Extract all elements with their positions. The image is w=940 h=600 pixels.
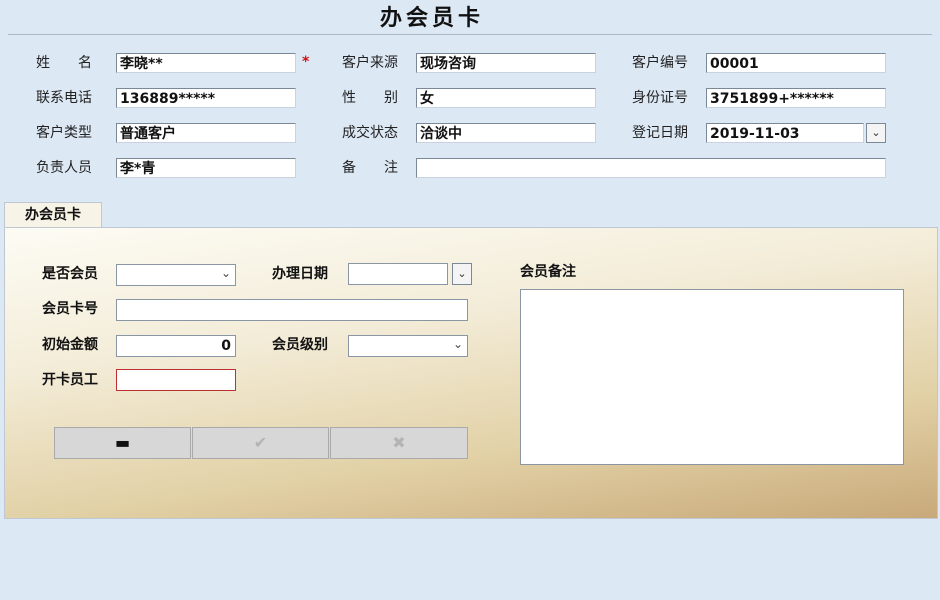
- is-member-label: 是否会员: [42, 266, 98, 282]
- reg-date-label: 登记日期: [632, 125, 688, 141]
- staff-label: 开卡员工: [42, 372, 98, 388]
- chevron-down-icon: ⌄: [452, 337, 463, 351]
- initial-amount-label: 初始金额: [42, 337, 98, 353]
- chevron-down-icon: ⌄: [871, 126, 881, 139]
- handle-date-dropdown-button[interactable]: ⌄: [452, 263, 472, 285]
- remark-field[interactable]: [416, 158, 886, 178]
- handle-date-label: 办理日期: [272, 266, 328, 282]
- required-mark: *: [302, 54, 310, 70]
- member-remark-label: 会员备注: [520, 264, 576, 280]
- phone-field[interactable]: 136889*****: [116, 88, 296, 108]
- idcard-label: 身份证号: [632, 90, 688, 106]
- member-level-label: 会员级别: [272, 337, 328, 353]
- tab-member-card[interactable]: 办会员卡: [4, 202, 102, 228]
- close-icon: ✖: [392, 433, 406, 452]
- title-divider: [8, 34, 932, 35]
- customer-id-label: 客户编号: [632, 55, 688, 71]
- handle-date-field[interactable]: [348, 263, 448, 285]
- deal-status-field[interactable]: 洽谈中: [416, 123, 596, 143]
- remark-label: 备 注: [342, 160, 398, 176]
- member-level-select[interactable]: ⌄: [348, 335, 468, 357]
- gender-field[interactable]: 女: [416, 88, 596, 108]
- name-field[interactable]: 李晓**: [116, 53, 296, 73]
- check-icon: ✔: [253, 433, 268, 452]
- minus-button[interactable]: ▬: [54, 427, 191, 459]
- source-field[interactable]: 现场咨询: [416, 53, 596, 73]
- member-remark-textarea[interactable]: [520, 289, 904, 465]
- owner-field[interactable]: 李*青: [116, 158, 296, 178]
- owner-label: 负责人员: [36, 160, 92, 176]
- reg-date-field[interactable]: 2019-11-03: [706, 123, 864, 143]
- page-title: 办会员卡: [379, 6, 484, 31]
- customer-type-label: 客户类型: [36, 125, 92, 141]
- reg-date-dropdown-button[interactable]: ⌄: [866, 123, 886, 143]
- customer-type-field[interactable]: 普通客户: [116, 123, 296, 143]
- chevron-down-icon: ⌄: [220, 266, 231, 280]
- idcard-field[interactable]: 3751899+******: [706, 88, 886, 108]
- chevron-down-icon: ⌄: [457, 267, 467, 280]
- initial-amount-field[interactable]: 0: [116, 335, 236, 357]
- minus-icon: ▬: [114, 433, 131, 452]
- source-label: 客户来源: [342, 55, 398, 71]
- card-number-field[interactable]: [116, 299, 468, 321]
- cancel-button[interactable]: ✖: [330, 427, 468, 459]
- card-number-label: 会员卡号: [42, 301, 98, 317]
- staff-field[interactable]: [116, 369, 236, 391]
- is-member-select[interactable]: ⌄: [116, 264, 236, 286]
- phone-label: 联系电话: [36, 90, 92, 106]
- deal-status-label: 成交状态: [342, 125, 398, 141]
- name-label: 姓 名: [36, 55, 92, 71]
- confirm-button[interactable]: ✔: [192, 427, 329, 459]
- gender-label: 性 别: [342, 90, 398, 106]
- customer-id-field[interactable]: 00001: [706, 53, 886, 73]
